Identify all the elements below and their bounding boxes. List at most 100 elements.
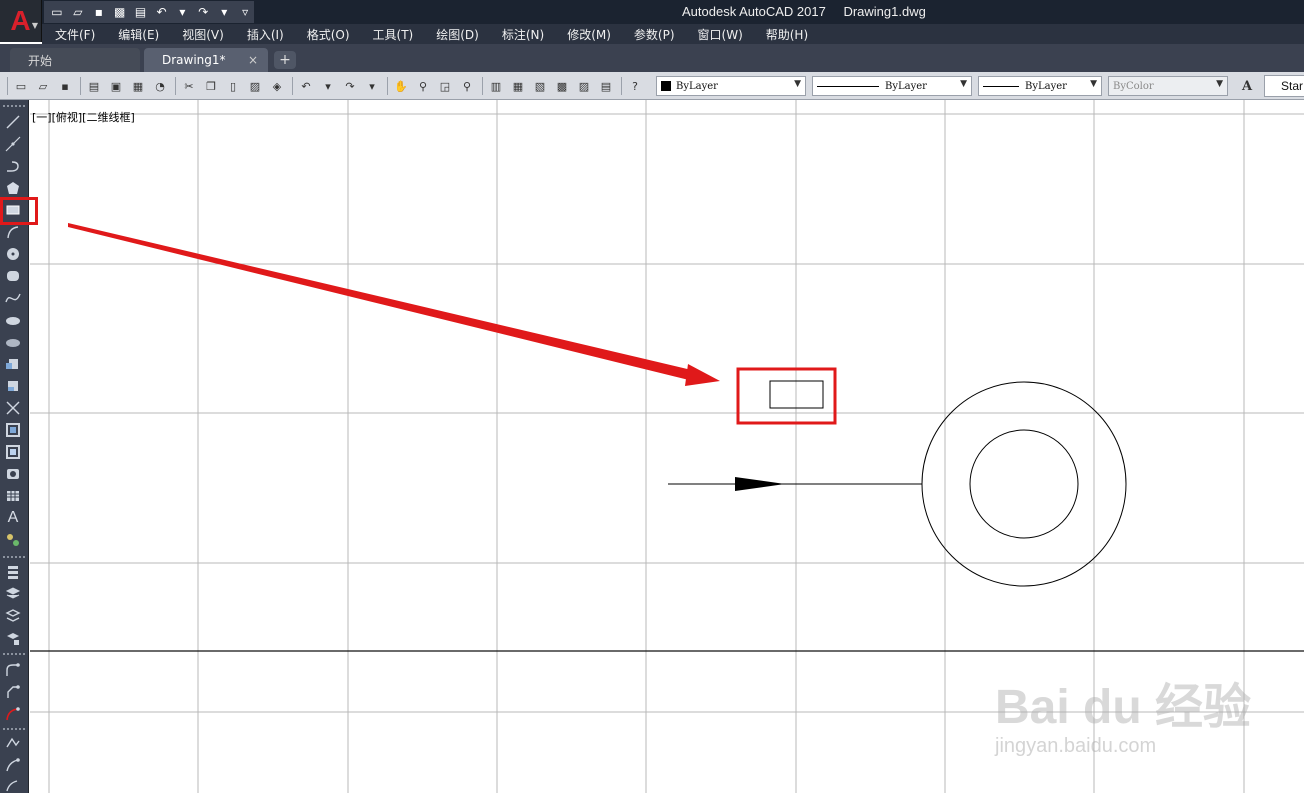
plot-preview-icon[interactable]: ▣: [106, 76, 126, 96]
new-icon[interactable]: ▭: [11, 76, 31, 96]
rectangle-tool-highlight-box: [0, 197, 38, 225]
layer-walk-icon[interactable]: [3, 607, 23, 625]
block-editor-icon[interactable]: ◈: [267, 76, 287, 96]
sheet-set-icon[interactable]: ▩: [552, 76, 572, 96]
region-icon[interactable]: [3, 465, 23, 483]
ellipse-icon[interactable]: [3, 311, 23, 329]
menu-format[interactable]: 格式(O): [307, 26, 350, 43]
plot-icon[interactable]: ▤: [84, 76, 104, 96]
undo-dropdown-icon[interactable]: ▾: [318, 76, 338, 96]
customize-qat-icon[interactable]: ▿: [236, 3, 254, 21]
save-icon[interactable]: ▪: [90, 3, 108, 21]
circle-icon[interactable]: [3, 245, 23, 263]
menu-draw[interactable]: 绘图(D): [436, 26, 479, 43]
menu-help[interactable]: 帮助(H): [766, 26, 808, 43]
3d-print-icon[interactable]: ◔: [150, 76, 170, 96]
parametric-constraint-icon[interactable]: [3, 734, 23, 752]
match-properties-icon[interactable]: ▨: [245, 76, 265, 96]
dimensional-constraint-icon[interactable]: [3, 776, 23, 793]
revision-cloud-icon[interactable]: [3, 267, 23, 285]
gradient-icon[interactable]: [3, 443, 23, 461]
new-tab-button[interactable]: +: [274, 51, 296, 69]
fillet-icon[interactable]: [3, 661, 23, 679]
make-block-icon[interactable]: [3, 377, 23, 395]
zoom-window-icon[interactable]: ◲: [435, 76, 455, 96]
layer-isolate-icon[interactable]: [3, 629, 23, 647]
calculator-icon[interactable]: ▤: [596, 76, 616, 96]
help-icon[interactable]: ?: [625, 76, 645, 96]
lineweight-dropdown[interactable]: ByLayer ▼: [978, 76, 1102, 96]
window-title: Autodesk AutoCAD 2017 Drawing1.dwg: [682, 4, 940, 19]
layer-states-icon[interactable]: [3, 585, 23, 603]
redo-dropdown-icon[interactable]: ▾: [362, 76, 382, 96]
open-file-icon[interactable]: ▱: [69, 3, 87, 21]
toolbar-separator: [80, 77, 81, 95]
lineweight-value: ByLayer: [1025, 80, 1067, 92]
pan-icon[interactable]: ✋: [391, 76, 411, 96]
redo-icon[interactable]: ↷: [194, 3, 212, 21]
zoom-realtime-icon[interactable]: ⚲: [413, 76, 433, 96]
ellipse-arc-icon[interactable]: [3, 333, 23, 351]
undo-icon[interactable]: ↶: [153, 3, 171, 21]
menu-modify[interactable]: 修改(M): [567, 26, 611, 43]
polyline-icon[interactable]: [3, 157, 23, 175]
menu-view[interactable]: 视图(V): [182, 26, 224, 43]
menu-parametric[interactable]: 参数(P): [634, 26, 675, 43]
plot-icon[interactable]: ▤: [132, 3, 150, 21]
tab-start[interactable]: 开始: [10, 48, 140, 72]
copy-icon[interactable]: ❐: [201, 76, 221, 96]
redo-icon[interactable]: ↷: [340, 76, 360, 96]
plotstyle-value: ByColor: [1113, 80, 1154, 92]
text-style-dropdown[interactable]: Star: [1264, 75, 1304, 97]
close-icon[interactable]: ×: [248, 53, 258, 67]
add-selected-icon[interactable]: [3, 531, 23, 549]
tab-drawing1[interactable]: Drawing1* ×: [144, 48, 268, 72]
file-name: Drawing1.dwg: [843, 4, 926, 19]
chamfer-icon[interactable]: [3, 683, 23, 701]
layer-tool-icon[interactable]: [3, 563, 23, 581]
viewport-label[interactable]: [一][俯视][二维线框]: [32, 109, 135, 125]
menu-tools[interactable]: 工具(T): [373, 26, 414, 43]
redo-dropdown-icon[interactable]: ▾: [215, 3, 233, 21]
tool-palettes-icon[interactable]: ▧: [530, 76, 550, 96]
linetype-dropdown[interactable]: ByLayer ▼: [812, 76, 972, 96]
construction-line-icon[interactable]: [3, 135, 23, 153]
undo-dropdown-icon[interactable]: ▾: [173, 3, 191, 21]
save-as-icon[interactable]: ▩: [111, 3, 129, 21]
menu-dimension[interactable]: 标注(N): [502, 26, 544, 43]
menu-edit[interactable]: 编辑(E): [118, 26, 159, 43]
line-icon[interactable]: [3, 113, 23, 131]
open-icon[interactable]: ▱: [33, 76, 53, 96]
hatch-icon[interactable]: [3, 421, 23, 439]
application-menu-button[interactable]: A ▼: [0, 0, 42, 42]
toolbar-grip: [3, 556, 25, 558]
point-icon[interactable]: [3, 399, 23, 417]
paste-icon[interactable]: ▯: [223, 76, 243, 96]
save-icon[interactable]: ▪: [55, 76, 75, 96]
toolbar-separator: [292, 77, 293, 95]
color-dropdown[interactable]: ByLayer ▼: [656, 76, 806, 96]
text-style-icon[interactable]: A: [1236, 76, 1258, 96]
zoom-previous-icon[interactable]: ⚲: [457, 76, 477, 96]
table-icon[interactable]: [3, 487, 23, 505]
quick-access-toolbar: ▭ ▱ ▪ ▩ ▤ ↶ ▾ ↷ ▾ ▿: [44, 1, 254, 23]
new-file-icon[interactable]: ▭: [48, 3, 66, 21]
design-center-icon[interactable]: ▦: [508, 76, 528, 96]
spline-icon[interactable]: [3, 289, 23, 307]
markup-icon[interactable]: ▨: [574, 76, 594, 96]
polygon-icon[interactable]: [3, 179, 23, 197]
insert-block-icon[interactable]: [3, 355, 23, 373]
menu-file[interactable]: 文件(F): [55, 26, 95, 43]
cut-icon[interactable]: ✂: [179, 76, 199, 96]
auto-constrain-icon[interactable]: [3, 756, 23, 774]
publish-icon[interactable]: ▦: [128, 76, 148, 96]
menu-window[interactable]: 窗口(W): [698, 26, 743, 43]
menu-insert[interactable]: 插入(I): [247, 26, 284, 43]
toolbar-separator: [482, 77, 483, 95]
multiline-text-icon[interactable]: A: [3, 509, 23, 527]
blend-curves-icon[interactable]: [3, 705, 23, 723]
properties-icon[interactable]: ▥: [486, 76, 506, 96]
undo-icon[interactable]: ↶: [296, 76, 316, 96]
arc-icon[interactable]: [3, 223, 23, 241]
plotstyle-dropdown[interactable]: ByColor ▼: [1108, 76, 1228, 96]
